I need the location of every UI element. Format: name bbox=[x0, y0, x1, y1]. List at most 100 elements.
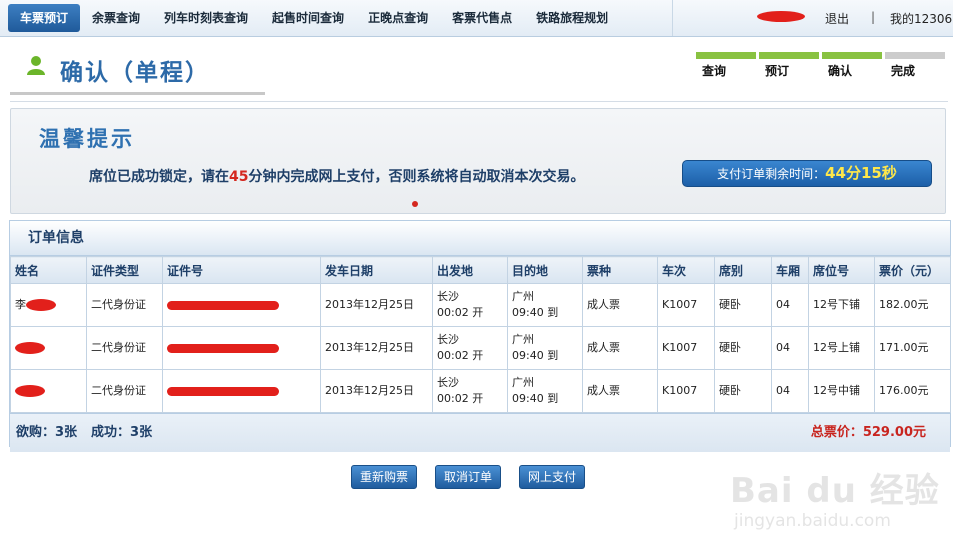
total-price: 总票价：529.00元 bbox=[810, 425, 926, 440]
to-time: 09:40 到 bbox=[512, 349, 559, 362]
seat-number: 12号下铺 bbox=[813, 298, 860, 311]
page-title: 确认（单程） bbox=[60, 60, 210, 86]
train-number: K1007 bbox=[662, 341, 698, 354]
date-cell: 2013年12月25日 bbox=[320, 326, 433, 370]
train-cell: K1007 bbox=[657, 283, 715, 327]
from-station: 长沙 bbox=[437, 290, 459, 303]
train-cell: K1007 bbox=[657, 326, 715, 370]
tips-panel: 温馨提示 席位已成功锁定，请在45分钟内完成网上支付，否则系统将自动取消本次交易… bbox=[10, 108, 946, 214]
name-cell bbox=[10, 326, 87, 370]
top-nav-bar: 车票预订 余票查询 列车时刻表查询 起售时间查询 正晚点查询 客票代售点 铁路旅程规划 退出… bbox=[0, 0, 953, 37]
tips-message: 席位已成功锁定，请在45分钟内完成网上支付，否则系统将自动取消本次交易。 bbox=[89, 166, 584, 186]
cancel-order-button[interactable]: 取消订单 bbox=[435, 465, 502, 489]
column-header: 车次 bbox=[657, 256, 715, 284]
progress-steps: 查询 预订 确认 完成 bbox=[696, 52, 948, 79]
depart-date: 2013年12月25日 bbox=[325, 341, 414, 354]
passenger-name bbox=[15, 383, 45, 399]
tips-minutes: 45 bbox=[229, 169, 249, 185]
seat-number: 12号中铺 bbox=[813, 384, 860, 397]
price-cell: 171.00元 bbox=[874, 326, 951, 370]
logout-link[interactable]: 退出 bbox=[825, 10, 849, 27]
to-cell: 广州 09:40 到 bbox=[507, 283, 583, 327]
from-station: 长沙 bbox=[437, 376, 459, 389]
car-cell: 04 bbox=[771, 283, 809, 327]
depart-date: 2013年12月25日 bbox=[325, 384, 414, 397]
nav-item-0[interactable]: 车票预订 bbox=[8, 4, 81, 32]
to-station: 广州 bbox=[512, 290, 534, 303]
action-buttons: 重新购票 取消订单 网上支付 bbox=[351, 465, 603, 489]
ticket-type: 成人票 bbox=[587, 384, 620, 397]
id-type: 二代身份证 bbox=[91, 384, 146, 397]
order-info-panel: 订单信息 姓名 证件类型 证件号 发车日期 出发地 目的地 票种 车次 席别 车厢 席位号 票价（元）… bbox=[9, 220, 951, 452]
ticket-counts: 欲购：3张 成功：3张 bbox=[16, 414, 166, 452]
from-time: 00:02 开 bbox=[437, 392, 484, 405]
baidu-jingyan-watermark: Bai du 经验 jingyan.baidu.com bbox=[730, 455, 950, 550]
success-count: 成功：3张 bbox=[91, 425, 153, 440]
seat-no-cell: 12号下铺 bbox=[808, 283, 875, 327]
order-summary: 欲购：3张 成功：3张 总票价：529.00元 bbox=[10, 413, 950, 452]
redacted-id-number bbox=[167, 300, 279, 310]
step-2: 确认 bbox=[822, 52, 882, 79]
id-number-cell bbox=[162, 369, 321, 413]
seat-no-cell: 12号上铺 bbox=[808, 326, 875, 370]
watermark-url: jingyan.baidu.com bbox=[734, 511, 891, 531]
seat-class-cell: 硬卧 bbox=[714, 283, 772, 327]
column-header: 姓名 bbox=[10, 256, 87, 284]
step-label: 查询 bbox=[702, 64, 727, 78]
column-header: 出发地 bbox=[432, 256, 508, 284]
step-label: 预订 bbox=[765, 64, 790, 78]
tips-title: 温馨提示 bbox=[39, 127, 135, 151]
countdown-label: 支付订单剩余时间： bbox=[717, 167, 826, 181]
user-box: 退出 | 我的12306 bbox=[672, 0, 953, 36]
step-0: 查询 bbox=[696, 52, 756, 79]
name-cell bbox=[10, 369, 87, 413]
ticket-type-cell: 成人票 bbox=[582, 369, 658, 413]
tips-message-after: 分钟内完成网上支付，否则系统将自动取消本次交易。 bbox=[248, 169, 585, 185]
ticket-type-cell: 成人票 bbox=[582, 283, 658, 327]
id-type-cell: 二代身份证 bbox=[86, 283, 163, 327]
step-bar bbox=[696, 52, 756, 59]
column-header: 席别 bbox=[714, 256, 772, 284]
nav-item-6[interactable]: 铁路旅程规划 bbox=[524, 4, 620, 32]
name-cell: 李 bbox=[10, 283, 87, 327]
nav-item-1[interactable]: 余票查询 bbox=[80, 4, 152, 32]
online-pay-button[interactable]: 网上支付 bbox=[519, 465, 586, 489]
table-row: 二代身份证 2013年12月25日 长沙 00:02 开 广州 09:40 到 成人票 K10… bbox=[10, 369, 951, 413]
car-number: 04 bbox=[776, 384, 790, 397]
nav-item-2[interactable]: 列车时刻表查询 bbox=[152, 4, 260, 32]
seat-class: 硬卧 bbox=[719, 298, 741, 311]
ticket-type: 成人票 bbox=[587, 298, 620, 311]
nav-item-4[interactable]: 正晚点查询 bbox=[356, 4, 440, 32]
id-type: 二代身份证 bbox=[91, 298, 146, 311]
seat-class: 硬卧 bbox=[719, 341, 741, 354]
seat-no-cell: 12号中铺 bbox=[808, 369, 875, 413]
ticket-price: 171.00元 bbox=[879, 341, 929, 354]
car-number: 04 bbox=[776, 341, 790, 354]
separator: | bbox=[871, 10, 876, 24]
my-12306-link[interactable]: 我的12306 bbox=[890, 10, 952, 27]
nav-item-5[interactable]: 客票代售点 bbox=[440, 4, 524, 32]
to-cell: 广州 09:40 到 bbox=[507, 369, 583, 413]
table-header-row: 姓名 证件类型 证件号 发车日期 出发地 目的地 票种 车次 席别 车厢 席位号 票价（元） bbox=[10, 256, 951, 284]
car-cell: 04 bbox=[771, 326, 809, 370]
ticket-type: 成人票 bbox=[587, 341, 620, 354]
to-time: 09:40 到 bbox=[512, 306, 559, 319]
step-1: 预订 bbox=[759, 52, 819, 79]
date-cell: 2013年12月25日 bbox=[320, 283, 433, 327]
to-station: 广州 bbox=[512, 376, 534, 389]
id-type: 二代身份证 bbox=[91, 341, 146, 354]
from-cell: 长沙 00:02 开 bbox=[432, 326, 508, 370]
step-bar bbox=[822, 52, 882, 59]
nav-item-3[interactable]: 起售时间查询 bbox=[260, 4, 356, 32]
column-header: 发车日期 bbox=[320, 256, 433, 284]
countdown-time: 44分15秒 bbox=[825, 164, 897, 182]
from-cell: 长沙 00:02 开 bbox=[432, 283, 508, 327]
step-label: 确认 bbox=[828, 64, 853, 78]
redacted-id-number bbox=[167, 386, 279, 396]
train-number: K1007 bbox=[662, 298, 698, 311]
want-count: 欲购：3张 bbox=[16, 425, 78, 440]
red-dot bbox=[412, 201, 418, 207]
rebuy-button[interactable]: 重新购票 bbox=[351, 465, 418, 489]
main-nav: 车票预订 余票查询 列车时刻表查询 起售时间查询 正晚点查询 客票代售点 铁路旅程规划 bbox=[8, 4, 620, 32]
price-cell: 182.00元 bbox=[874, 283, 951, 327]
